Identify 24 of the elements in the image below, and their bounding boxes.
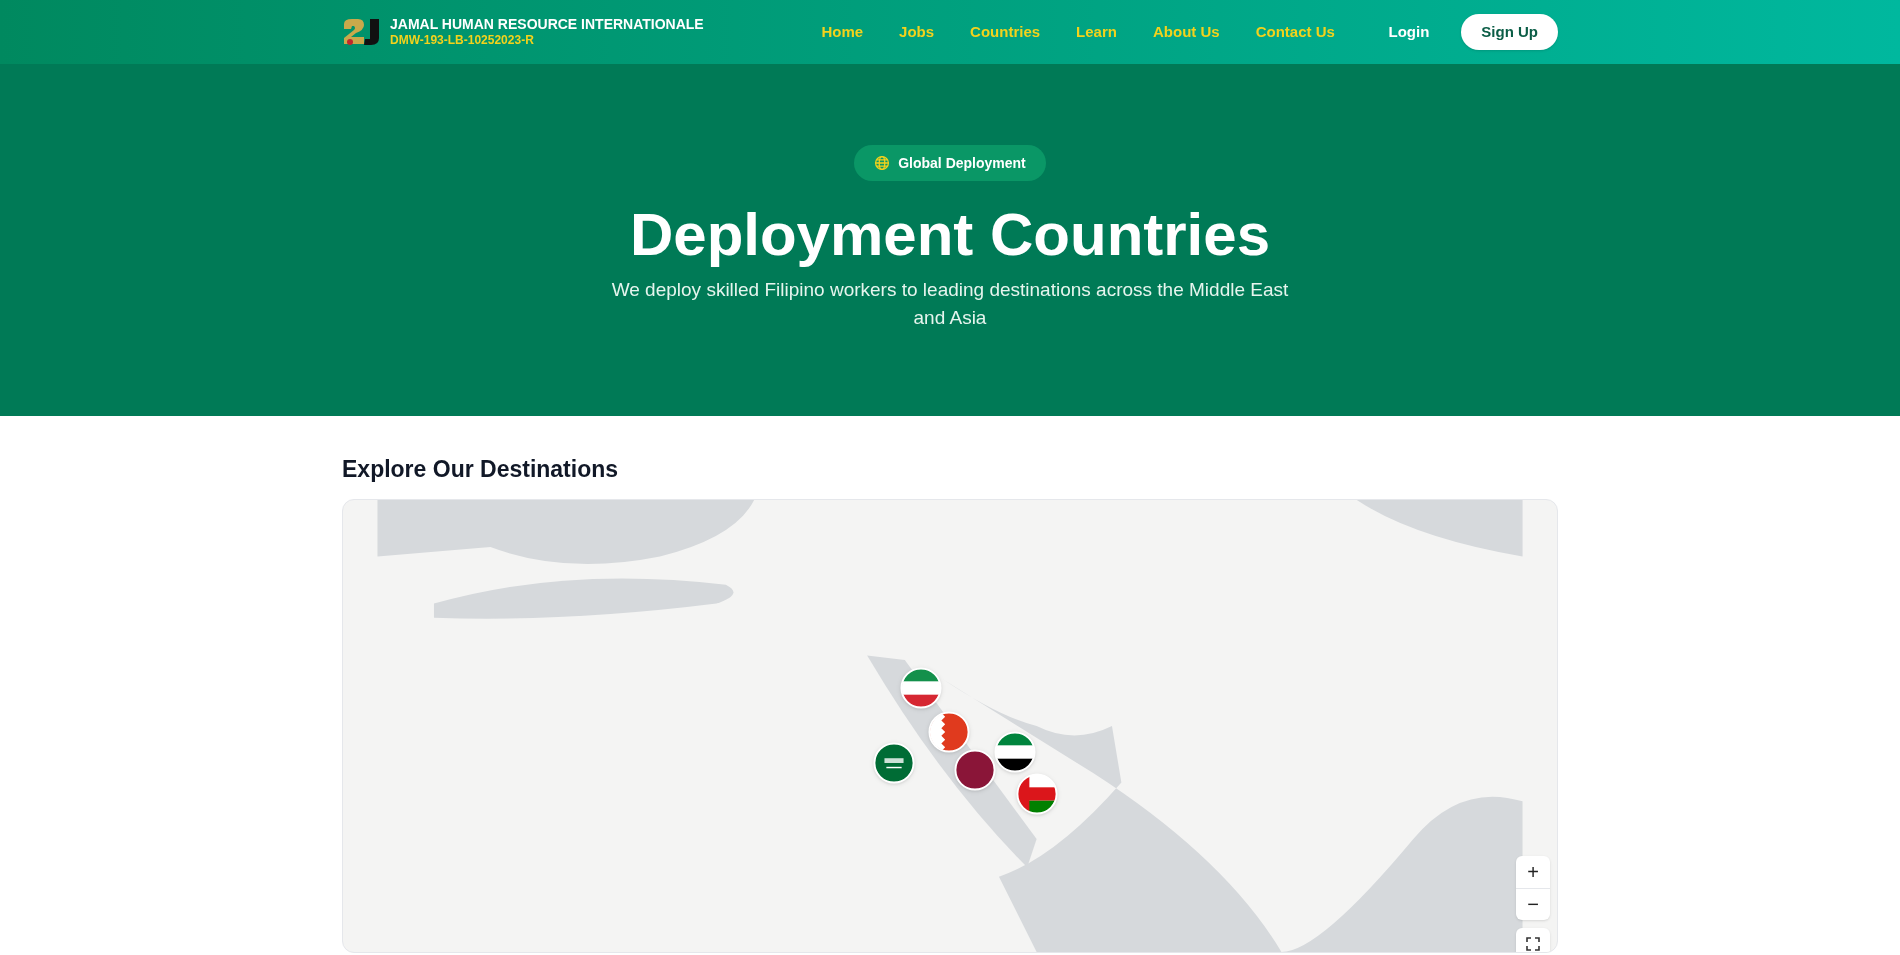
nav-link[interactable]: Learn	[1076, 20, 1117, 44]
nav-link[interactable]: Home	[821, 20, 864, 44]
flag-marker[interactable]	[1016, 772, 1058, 815]
globe-icon	[874, 155, 891, 171]
sign-up-button[interactable]: Sign Up	[1461, 14, 1558, 50]
fullscreen-button[interactable]	[1516, 927, 1550, 952]
global-deployment-badge: Global Deployment	[854, 145, 1046, 181]
page-heading: Deployment Countries	[629, 200, 1271, 270]
nav-link[interactable]: About Us	[1152, 20, 1220, 44]
hero-subtitle: We deploy skilled Filipino workers to leading destinations across the Middle East and Asia	[610, 278, 1290, 330]
zoom-in-button[interactable]: +	[1516, 855, 1550, 888]
zoom-out-button[interactable]: −	[1516, 887, 1550, 920]
license-number: DMW-193-LB-10252023-R	[390, 33, 535, 49]
nav-link[interactable]: Contact Us	[1255, 20, 1335, 44]
section-heading: Explore Our Destinations	[342, 455, 620, 484]
nav-link[interactable]: Jobs	[899, 20, 935, 44]
flag-marker[interactable]	[900, 666, 942, 709]
login-link[interactable]: Login	[1388, 20, 1430, 44]
company-name: JAMAL HUMAN RESOURCE INTERNATIONALE	[390, 15, 704, 34]
logo-icon[interactable]	[342, 18, 382, 46]
fullscreen-icon	[1526, 936, 1540, 951]
nav-link[interactable]: Countries	[970, 20, 1041, 44]
flag-marker[interactable]	[994, 730, 1036, 773]
flag-marker[interactable]	[873, 741, 915, 784]
